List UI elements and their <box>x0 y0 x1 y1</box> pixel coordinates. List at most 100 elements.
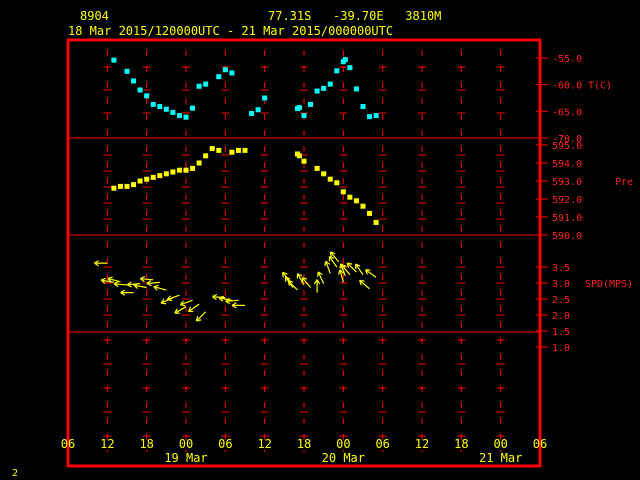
data-point-1-26 <box>334 180 340 186</box>
data-point-0-30 <box>347 65 353 71</box>
data-point-0-18 <box>255 107 261 113</box>
data-point-0-12 <box>196 83 202 89</box>
data-point-0-16 <box>229 70 235 76</box>
data-point-0-8 <box>170 109 176 115</box>
data-point-0-4 <box>144 93 150 99</box>
y-tick-label-0-0: -55.0 <box>552 54 582 65</box>
x-tick-label-2: 18 <box>139 437 153 451</box>
y-tick-label-2-3: 2.0 <box>552 311 570 322</box>
x-tick-label-1: 12 <box>100 437 114 451</box>
data-point-0-34 <box>373 113 379 119</box>
y-tick-label-1-1: 594.0 <box>552 159 582 170</box>
data-point-1-4 <box>137 178 143 184</box>
data-point-1-21 <box>296 153 302 159</box>
x-tick-label-5: 12 <box>257 437 271 451</box>
wind-arrow-15 <box>195 311 207 322</box>
data-point-1-17 <box>229 149 235 155</box>
data-point-1-22 <box>301 158 307 164</box>
data-point-0-25 <box>321 85 327 91</box>
data-point-0-32 <box>360 104 366 110</box>
x-tick-label-6: 18 <box>297 437 311 451</box>
data-point-1-0 <box>111 185 117 191</box>
wind-arrow-34 <box>354 263 364 276</box>
data-point-0-17 <box>249 110 255 116</box>
data-point-0-5 <box>150 101 156 107</box>
data-point-0-23 <box>308 101 314 107</box>
x-tick-label-10: 18 <box>454 437 468 451</box>
data-point-1-1 <box>117 183 123 189</box>
data-point-0-24 <box>314 88 320 94</box>
data-point-1-11 <box>183 167 189 173</box>
data-point-0-21 <box>296 105 302 111</box>
x-tick-label-4: 06 <box>218 437 232 451</box>
wind-arrow-9 <box>153 284 167 291</box>
panel-name-1: Pre (mb) <box>615 177 640 188</box>
data-point-0-22 <box>301 113 307 119</box>
data-point-0-13 <box>203 81 209 87</box>
data-point-1-31 <box>367 210 373 216</box>
y-tick-label-2-2: 2.5 <box>552 295 570 306</box>
y-tick-label-1-4: 591.0 <box>552 213 582 224</box>
data-point-0-19 <box>262 95 268 101</box>
data-point-0-29 <box>342 57 348 63</box>
y-tick-label-2-0: 3.5 <box>552 263 570 274</box>
wind-arrow-36 <box>364 269 377 278</box>
data-point-1-32 <box>373 219 379 225</box>
data-point-0-0 <box>111 57 117 63</box>
data-point-1-27 <box>340 189 346 195</box>
x-tick-label-11: 00 <box>493 437 507 451</box>
x-tick-label-3: 00 <box>179 437 193 451</box>
panel-name-0: T(C) <box>588 81 612 92</box>
y-tick-label-1-2: 593.0 <box>552 177 582 188</box>
data-point-1-28 <box>347 194 353 200</box>
x-tick-label-8: 06 <box>375 437 389 451</box>
data-point-1-3 <box>131 182 137 188</box>
data-point-0-10 <box>183 114 189 120</box>
x-tick-label-7: 00 <box>336 437 350 451</box>
date-label-2: 21 Mar <box>479 451 522 465</box>
y-tick-label-2-5: 1.0 <box>552 343 570 354</box>
data-point-1-29 <box>353 198 359 204</box>
data-point-1-6 <box>150 174 156 180</box>
data-point-0-9 <box>176 113 182 119</box>
y-tick-label-0-2: -65.0 <box>552 107 582 118</box>
data-point-1-15 <box>209 146 215 152</box>
wind-arrow-4 <box>120 289 134 296</box>
data-point-0-26 <box>327 81 333 87</box>
y-tick-label-2-1: 3.0 <box>552 279 570 290</box>
data-point-0-33 <box>367 114 373 120</box>
data-point-0-6 <box>157 104 163 110</box>
wind-arrow-22 <box>287 280 298 291</box>
data-point-1-16 <box>216 147 222 153</box>
data-point-1-9 <box>170 169 176 175</box>
wind-arrow-12 <box>174 306 187 314</box>
data-point-1-12 <box>190 165 196 171</box>
data-point-1-25 <box>327 176 333 182</box>
y-tick-label-1-3: 592.0 <box>552 195 582 206</box>
y-tick-label-2-4: 1.5 <box>552 327 570 338</box>
wind-arrow-11 <box>166 294 180 302</box>
meteogram: 8904 77.31S -39.70E 3810M 18 Mar 2015/12… <box>12 9 640 479</box>
wind-arrow-27 <box>324 260 331 274</box>
chart-layer: -55.0-60.0-65.0-70.0T(C)595.0594.0593.05… <box>61 50 640 465</box>
y-tick-label-1-5: 590.0 <box>552 231 582 242</box>
data-point-1-23 <box>314 165 320 171</box>
wind-arrow-25 <box>314 279 321 293</box>
panel-name-2: SPD(MPS) <box>585 279 633 290</box>
date-label-0: 19 Mar <box>164 451 207 465</box>
data-point-1-5 <box>144 176 150 182</box>
y-tick-label-0-1: -60.0 <box>552 81 582 92</box>
time-period: 18 Mar 2015/120000UTC - 21 Mar 2015/0000… <box>68 24 393 38</box>
data-point-0-11 <box>190 105 196 111</box>
data-point-0-14 <box>216 74 222 80</box>
wind-arrow-14 <box>187 303 200 313</box>
data-point-1-13 <box>196 160 202 166</box>
page-number: 2 <box>12 468 18 479</box>
data-point-1-14 <box>203 153 209 159</box>
y-tick-label-1-0: 595.0 <box>552 141 582 152</box>
x-tick-label-0: 06 <box>61 437 75 451</box>
data-point-1-2 <box>124 183 130 189</box>
data-point-1-24 <box>321 171 327 177</box>
data-point-1-7 <box>157 173 163 179</box>
x-tick-label-12: 06 <box>533 437 547 451</box>
